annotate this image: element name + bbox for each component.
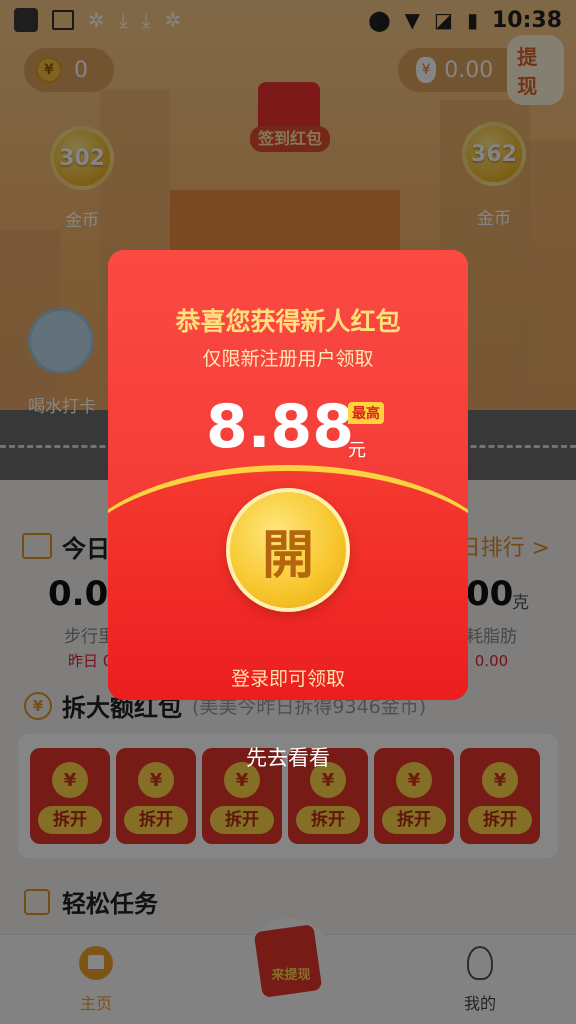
modal-amount: 8.88 [206, 392, 355, 462]
amount-unit: 元 [348, 440, 366, 461]
max-badge: 最高 [348, 402, 384, 424]
modal-subtitle: 仅限新注册用户领取 [202, 348, 374, 370]
modal-title: 恭喜您获得新人红包 [175, 307, 401, 336]
newuser-redpacket-modal: 恭喜您获得新人红包 仅限新注册用户领取 8.88 最高 元 開 登录即可领取 [108, 250, 468, 700]
open-redpacket-button[interactable]: 開 [226, 488, 350, 612]
login-hint[interactable]: 登录即可领取 [108, 664, 468, 691]
look-first-button[interactable]: 先去看看 [0, 742, 576, 772]
